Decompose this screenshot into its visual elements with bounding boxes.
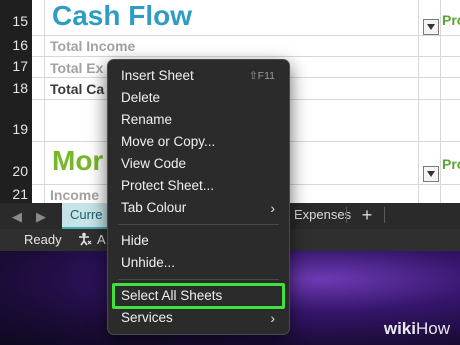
sheet-context-menu: Insert Sheet ⇧F11 Delete Rename Move or …	[107, 59, 290, 335]
menu-item-protect-sheet[interactable]: Protect Sheet...	[108, 176, 289, 198]
grid-line	[32, 56, 460, 57]
menu-item-delete[interactable]: Delete	[108, 88, 289, 110]
row-number-20[interactable]: 20	[0, 163, 28, 179]
menu-item-services[interactable]: Services ›	[108, 308, 289, 330]
total-expenses-label[interactable]: Total Ex	[50, 60, 103, 76]
row-number-18[interactable]: 18	[0, 80, 28, 96]
grid-line	[44, 0, 45, 203]
row-number-16[interactable]: 16	[0, 37, 28, 53]
pro-label-top: Pro	[442, 12, 460, 28]
row-number-19[interactable]: 19	[0, 121, 28, 137]
accessibility-label[interactable]: A	[97, 232, 106, 247]
menu-item-view-code[interactable]: View Code	[108, 154, 289, 176]
row-number-15[interactable]: 15	[0, 13, 28, 29]
tab-divider	[384, 207, 385, 223]
row-headers: 15 16 17 18 19 20 21	[0, 0, 32, 203]
chevron-right-icon[interactable]: ▶	[36, 209, 46, 225]
monthly-title[interactable]: Mor	[52, 145, 103, 177]
grid-line	[440, 0, 441, 203]
menu-item-move-or-copy[interactable]: Move or Copy...	[108, 132, 289, 154]
grid-line	[418, 0, 419, 203]
dropdown-arrow-icon[interactable]	[423, 166, 439, 182]
income-label[interactable]: Income	[50, 187, 99, 203]
wikihow-watermark: wikiHow	[383, 319, 450, 338]
tab-expenses[interactable]: Expenses	[286, 203, 359, 227]
cash-flow-title[interactable]: Cash Flow	[52, 0, 192, 32]
accessibility-icon[interactable]	[78, 232, 92, 246]
grid-line	[32, 35, 460, 36]
menu-item-rename[interactable]: Rename	[108, 110, 289, 132]
menu-item-unhide[interactable]: Unhide...	[108, 253, 289, 275]
row-number-21[interactable]: 21	[0, 186, 28, 202]
add-sheet-button[interactable]: +	[356, 205, 378, 225]
menu-divider	[118, 279, 279, 280]
chevron-left-icon[interactable]: ◀	[12, 209, 22, 225]
ready-status: Ready	[24, 232, 62, 247]
dropdown-arrow-icon[interactable]	[423, 19, 439, 35]
chevron-right-icon: ›	[270, 310, 275, 326]
menu-item-tab-colour[interactable]: Tab Colour ›	[108, 198, 289, 220]
total-income-label[interactable]: Total Income	[50, 38, 135, 54]
highlight-box	[112, 283, 285, 309]
menu-item-hide[interactable]: Hide	[108, 231, 289, 253]
row-number-17[interactable]: 17	[0, 58, 28, 74]
chevron-right-icon: ›	[270, 200, 275, 216]
shortcut-label: ⇧F11	[248, 70, 275, 82]
tab-divider	[346, 207, 347, 223]
total-cash-label[interactable]: Total Ca	[50, 81, 104, 97]
menu-divider	[118, 224, 279, 225]
pro-label-mid: Pro	[442, 156, 460, 172]
menu-item-insert-sheet[interactable]: Insert Sheet ⇧F11	[108, 66, 289, 88]
